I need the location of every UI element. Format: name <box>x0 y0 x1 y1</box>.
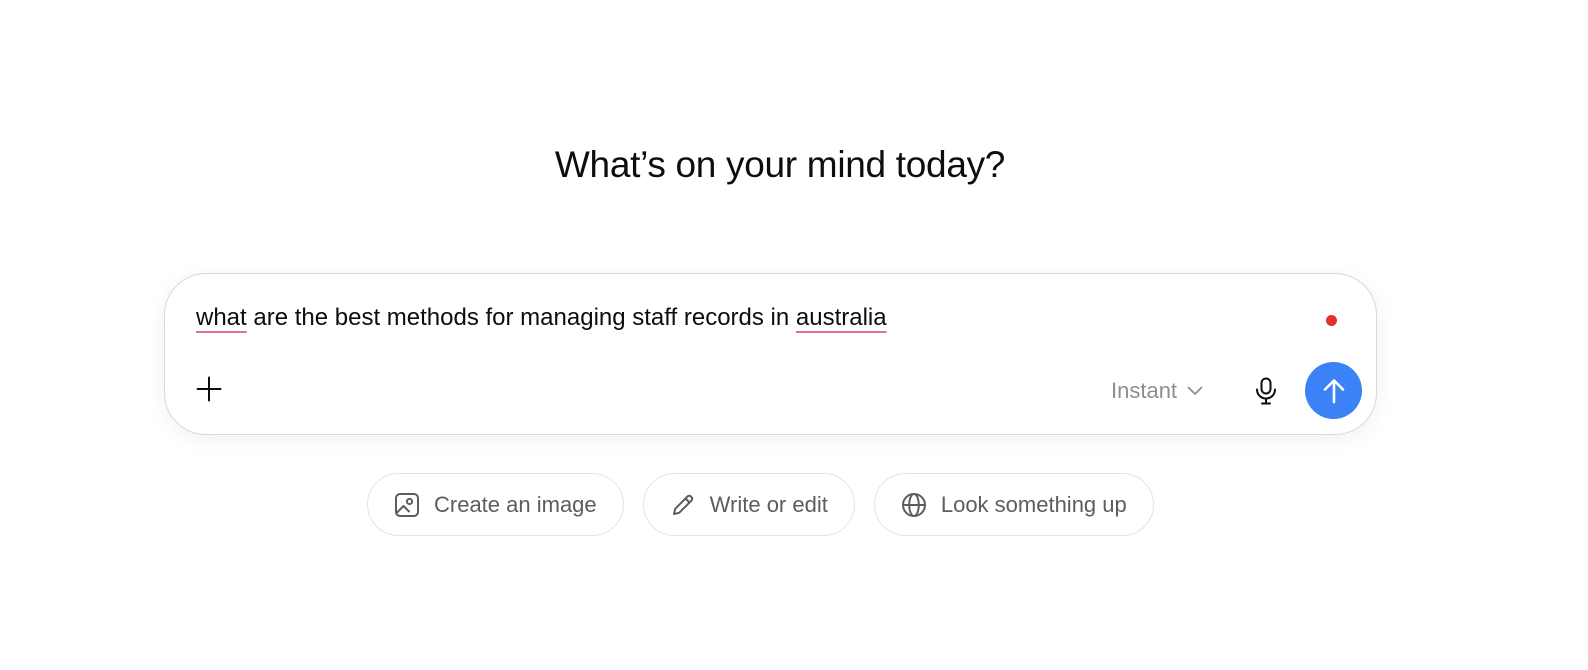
prompt-input[interactable]: what are the best methods for managing s… <box>196 304 887 332</box>
plus-icon <box>196 376 222 402</box>
write-edit-chip[interactable]: Write or edit <box>642 473 855 536</box>
send-button[interactable] <box>1305 362 1362 419</box>
chip-label: Create an image <box>434 491 597 517</box>
model-label: Instant <box>1111 378 1178 403</box>
image-icon <box>394 492 420 518</box>
misspelled-word: what <box>196 304 247 331</box>
add-attachment-button[interactable] <box>192 372 226 406</box>
chat-home: What’s on your mind today? what are the … <box>0 0 1588 670</box>
recording-indicator <box>1326 315 1337 326</box>
look-up-chip[interactable]: Look something up <box>873 473 1154 536</box>
voice-input-button[interactable] <box>1249 374 1283 408</box>
globe-icon <box>901 492 927 518</box>
misspelled-word: australia <box>795 304 887 331</box>
microphone-icon <box>1255 377 1277 405</box>
chevron-down-icon <box>1187 386 1203 396</box>
pencil-icon <box>670 492 696 518</box>
prompt-text-segment: are the best methods for managing staff … <box>246 304 796 331</box>
model-selector[interactable]: Instant <box>1111 375 1203 407</box>
page-title: What’s on your mind today? <box>554 144 1006 185</box>
arrow-up-icon <box>1322 378 1346 404</box>
chip-label: Look something up <box>940 491 1127 517</box>
prompt-composer[interactable]: what are the best methods for managing s… <box>164 273 1377 435</box>
suggestion-chips: Create an image Write or edit Look somet… <box>367 473 1154 536</box>
create-image-chip[interactable]: Create an image <box>367 473 624 536</box>
chip-label: Write or edit <box>709 491 828 517</box>
